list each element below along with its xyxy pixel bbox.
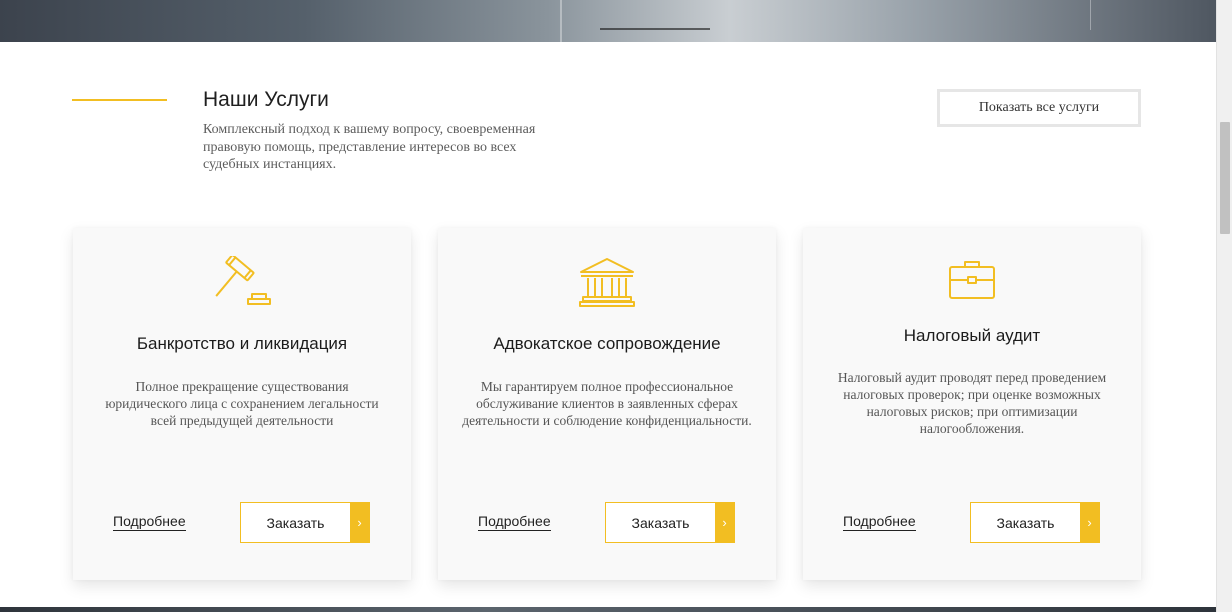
section-accent-line [72,99,167,101]
chevron-right-icon: › [715,503,734,542]
order-button[interactable]: Заказать › [240,502,370,543]
vertical-scrollbar[interactable] [1216,0,1232,612]
service-card-tax-audit: Налоговый аудит Налоговый аудит проводят… [803,228,1141,580]
card-title: Банкротство и ликвидация [136,334,348,353]
section-title: Наши Услуги [203,88,329,111]
order-button-label: Заказать [266,514,325,531]
courthouse-icon [578,256,636,313]
hero-image-strip [0,0,1216,42]
card-description: Мы гарантируем полное профессиональное о… [462,379,752,428]
order-button-label: Заказать [631,514,690,531]
scrollbar-thumb[interactable] [1220,122,1230,234]
order-button[interactable]: Заказать › [970,502,1100,543]
order-button[interactable]: Заказать › [605,502,735,543]
chevron-right-icon: › [350,503,369,542]
card-description: Налоговый аудит проводят перед проведени… [837,370,1107,436]
card-description: Полное прекращение существования юридиче… [105,379,379,428]
order-button-label: Заказать [996,514,1055,531]
service-card-bankruptcy: Банкротство и ликвидация Полное прекраще… [73,228,411,580]
more-link[interactable]: Подробнее [113,513,186,531]
section-description: Комплексный подход к вашему вопросу, сво… [203,122,536,172]
show-all-services-button[interactable]: Показать все услуги [937,89,1141,127]
service-card-advocacy: Адвокатское сопровождение Мы гарантируем… [438,228,776,580]
card-title: Адвокатское сопровождение [493,334,721,353]
chevron-right-icon: › [1080,503,1099,542]
more-link[interactable]: Подробнее [843,513,916,531]
briefcase-icon [948,258,996,305]
more-link[interactable]: Подробнее [478,513,551,531]
card-title: Налоговый аудит [903,326,1041,345]
footer-image-strip [0,607,1216,612]
gavel-icon [210,254,274,313]
